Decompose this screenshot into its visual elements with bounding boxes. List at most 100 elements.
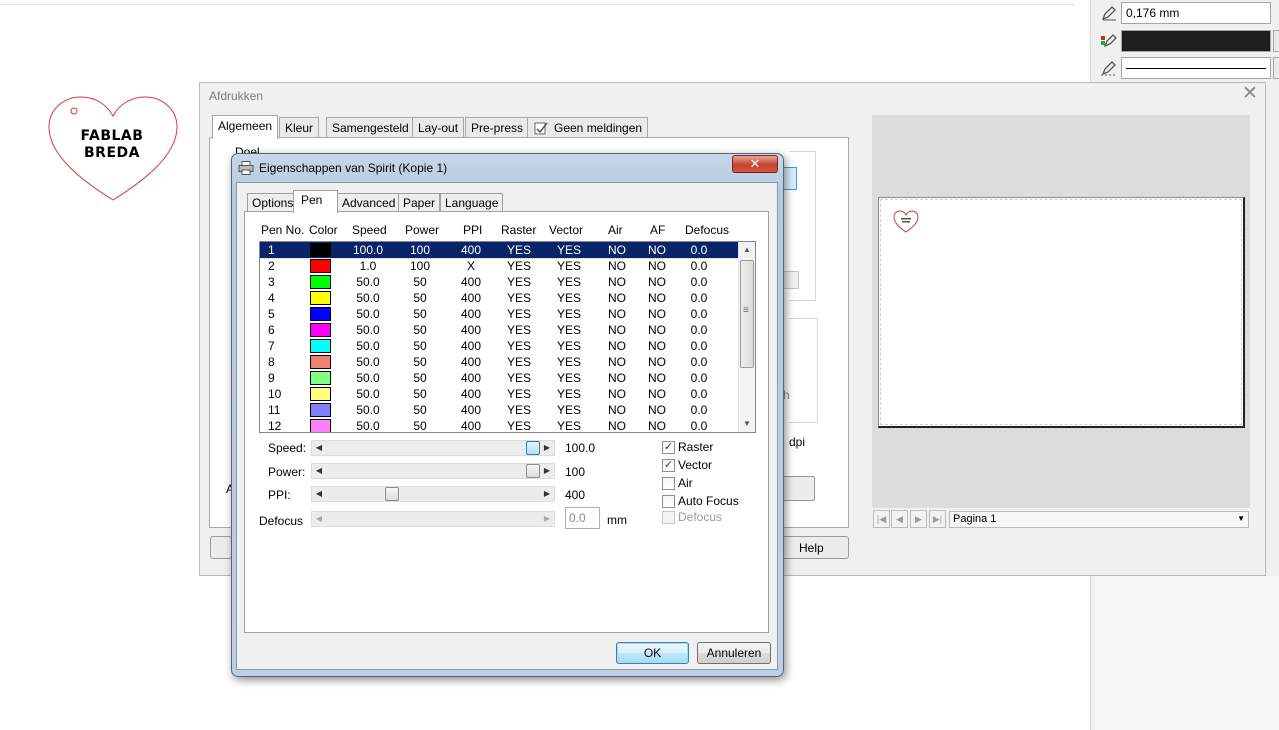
power-slider[interactable]: ◀ ▶ — [311, 463, 555, 479]
pen-row[interactable]: 3 50.0 50 400 YES YES NO NO 0.0 — [260, 274, 738, 290]
last-page-icon[interactable]: ▶| — [929, 510, 946, 528]
power-slider-thumb[interactable] — [526, 464, 540, 478]
prev-page-icon[interactable]: ◀ — [891, 510, 908, 528]
pen-cell-air: NO — [608, 307, 626, 321]
tab-samengesteld[interactable]: Samengesteld — [326, 117, 415, 138]
pen-cell-defocus: 0.0 — [690, 291, 708, 305]
pen-cell-ppi: 400 — [460, 355, 482, 369]
outline-width-field[interactable]: 0,176 mm — [1121, 2, 1271, 24]
pen-color-swatch — [310, 291, 331, 305]
pen-cell-defocus: 0.0 — [690, 355, 708, 369]
pen-cell-raster: YES — [506, 419, 531, 433]
pen-style-icon — [1101, 61, 1116, 76]
air-checkbox[interactable] — [662, 477, 675, 490]
page-navigator: |◀ ◀ ▶ ▶| Pagina 1 — [872, 510, 1250, 530]
outline-width-row: 0,176 mm — [1096, 1, 1279, 27]
pen-icon — [1101, 6, 1116, 21]
pen-list-scrollbar[interactable]: ▲ ▼ — [738, 242, 755, 432]
tab-language[interactable]: Language — [440, 193, 504, 212]
pen-cell-air: NO — [608, 275, 626, 289]
pen-row[interactable]: 6 50.0 50 400 YES YES NO NO 0.0 — [260, 322, 738, 338]
pen-cell-air: NO — [608, 355, 626, 369]
pen-list[interactable]: 1 100.0 100 400 YES YES NO NO 0.0 2 1.0 100 X YES YES N… — [259, 241, 756, 433]
pen-row[interactable]: 8 50.0 50 400 YES YES NO NO 0.0 — [260, 354, 738, 370]
tab-pre-press[interactable]: Pre-press — [465, 117, 530, 138]
slider-left-arrow-icon[interactable]: ◀ — [313, 512, 325, 526]
line-style-field[interactable] — [1121, 57, 1271, 79]
pen-row[interactable]: 9 50.0 50 400 YES YES NO NO 0.0 — [260, 370, 738, 386]
pen-cell-no: 10 — [268, 387, 282, 401]
pen-row[interactable]: 1 100.0 100 400 YES YES NO NO 0.0 — [260, 242, 739, 259]
next-page-icon[interactable]: ▶ — [910, 510, 927, 528]
pen-cell-power: 50 — [413, 307, 427, 321]
pen-row[interactable]: 11 50.0 50 400 YES YES NO NO 0.0 — [260, 402, 738, 418]
defocus-checkbox[interactable] — [662, 511, 675, 524]
pen-row[interactable]: 12 50.0 50 400 YES YES NO NO 0.0 — [260, 418, 738, 433]
pen-row[interactable]: 10 50.0 50 400 YES YES NO NO 0.0 — [260, 386, 738, 402]
slider-right-arrow-icon[interactable]: ▶ — [541, 441, 553, 455]
slider-right-arrow-icon[interactable]: ▶ — [541, 487, 553, 501]
tab-lay-out[interactable]: Lay-out — [412, 117, 465, 138]
pen-row[interactable]: 2 1.0 100 X YES YES NO NO 0.0 — [260, 258, 738, 274]
line-style-dropdown[interactable] — [1273, 57, 1279, 79]
outline-color-dropdown[interactable] — [1273, 30, 1279, 52]
pen-row[interactable]: 5 50.0 50 400 YES YES NO NO 0.0 — [260, 306, 738, 322]
pen-cell-ppi: 400 — [460, 307, 482, 321]
pen-color-swatch — [310, 403, 331, 417]
raster-checkbox[interactable]: ✓ — [662, 441, 675, 454]
pen-cell-air: NO — [608, 419, 626, 433]
power-value: 100 — [565, 465, 586, 479]
browse-button-behind[interactable] — [780, 476, 815, 501]
outline-color-swatch[interactable] — [1121, 30, 1271, 52]
pen-cell-raster: YES — [506, 387, 531, 401]
slider-right-arrow-icon[interactable]: ▶ — [541, 464, 553, 478]
close-icon[interactable]: ✕ — [732, 155, 778, 173]
slider-left-arrow-icon[interactable]: ◀ — [313, 441, 325, 455]
pen-cell-speed: 50.0 — [356, 339, 380, 353]
auto-focus-checkbox[interactable] — [662, 495, 675, 508]
first-page-icon[interactable]: |◀ — [873, 510, 890, 528]
spin-button-behind[interactable] — [783, 271, 799, 289]
help-button[interactable]: Help — [776, 536, 849, 559]
speed-slider[interactable]: ◀ ▶ — [311, 440, 555, 456]
column-header-color: Color — [309, 223, 338, 237]
tab-pen[interactable]: Pen — [293, 190, 338, 213]
vector-checkbox-label: Vector — [678, 458, 713, 472]
ok-button[interactable]: OK — [616, 642, 689, 664]
pen-cell-power: 50 — [413, 371, 427, 385]
scrollbar-thumb[interactable] — [740, 260, 754, 368]
cancel-button[interactable]: Annuleren — [697, 642, 771, 664]
vector-checkbox[interactable]: ✓ — [662, 459, 675, 472]
speed-slider-thumb[interactable] — [526, 441, 540, 455]
page-select[interactable]: Pagina 1 — [949, 511, 1249, 528]
print-button-behind[interactable] — [210, 536, 232, 559]
pen-row[interactable]: 7 50.0 50 400 YES YES NO NO 0.0 — [260, 338, 738, 354]
pen-cell-power: 50 — [413, 323, 427, 337]
ppi-slider-thumb[interactable] — [385, 487, 400, 501]
pen-cell-vector: YES — [556, 243, 581, 257]
tab-paper[interactable]: Paper — [398, 193, 441, 212]
ppi-slider[interactable]: ◀ ▶ — [311, 486, 555, 502]
preview-printable-area — [880, 199, 1242, 425]
slider-right-arrow-icon[interactable]: ▶ — [541, 512, 553, 526]
defocus-input[interactable]: 0.0 — [565, 507, 600, 529]
pen-cell-power: 100 — [409, 243, 431, 257]
pen-cell-speed: 100.0 — [352, 243, 384, 257]
tab-options[interactable]: Options — [247, 193, 299, 212]
tab-geen-meldingen[interactable]: Geen meldingen — [527, 117, 649, 138]
pen-cell-power: 50 — [413, 403, 427, 417]
scroll-up-icon[interactable]: ▲ — [739, 242, 755, 258]
scroll-down-icon[interactable]: ▼ — [739, 416, 755, 432]
pen-cell-af: NO — [648, 339, 666, 353]
tab-kleur[interactable]: Kleur — [279, 117, 320, 138]
power-label: Power: — [268, 465, 306, 479]
pen-cell-vector: YES — [556, 339, 581, 353]
tab-advanced[interactable]: Advanced — [337, 193, 401, 212]
close-icon[interactable]: ✕ — [1240, 84, 1260, 104]
slider-left-arrow-icon[interactable]: ◀ — [313, 464, 325, 478]
slider-left-arrow-icon[interactable]: ◀ — [313, 487, 325, 501]
defocus-slider[interactable]: ◀ ▶ — [311, 511, 555, 527]
pen-row[interactable]: 4 50.0 50 400 YES YES NO NO 0.0 — [260, 290, 738, 306]
tab-algemeen[interactable]: Algemeen — [212, 115, 279, 139]
pen-color-icon — [1101, 34, 1117, 48]
